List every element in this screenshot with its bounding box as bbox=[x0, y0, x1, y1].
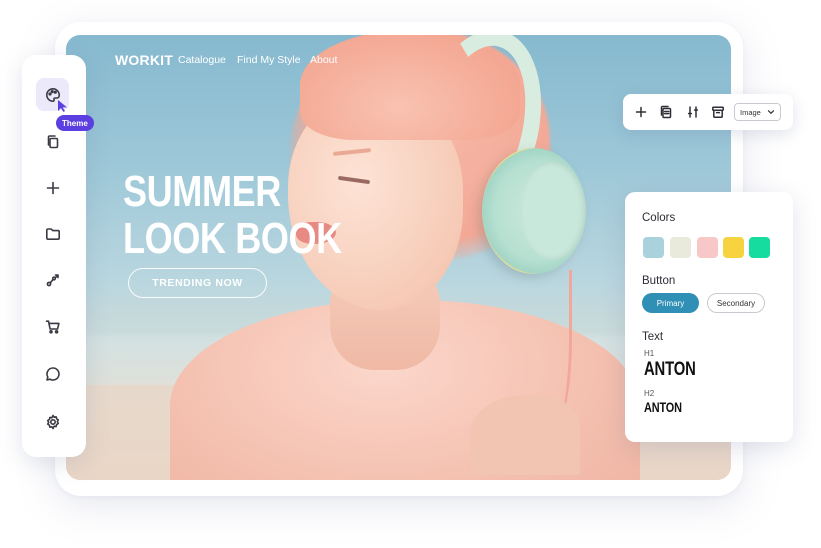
tool-store[interactable] bbox=[36, 310, 69, 343]
hand bbox=[470, 395, 580, 475]
h1-font-sample[interactable]: ANTON bbox=[644, 359, 696, 381]
headline-line-2: LOOK BOOK bbox=[123, 214, 342, 263]
tool-folder[interactable] bbox=[36, 217, 69, 250]
archive-icon bbox=[712, 106, 724, 119]
chevron-down-icon bbox=[767, 110, 775, 114]
headphone-cup-face bbox=[520, 162, 586, 260]
folder-icon bbox=[45, 227, 60, 240]
plus-icon bbox=[46, 181, 59, 194]
nav-about[interactable]: About bbox=[310, 54, 337, 66]
chat-bubble-icon bbox=[45, 366, 60, 381]
element-type-value: Image bbox=[740, 107, 761, 117]
color-swatch[interactable] bbox=[749, 237, 770, 258]
cursor-icon bbox=[58, 100, 67, 112]
h2-tag: H2 bbox=[644, 389, 655, 398]
colors-heading: Colors bbox=[642, 212, 676, 224]
trending-now-button[interactable]: TRENDING NOW bbox=[128, 268, 267, 298]
brand-logo[interactable]: WORKIT bbox=[115, 52, 173, 68]
secondary-button-style[interactable]: Secondary bbox=[707, 293, 765, 313]
duplicate-button[interactable] bbox=[659, 105, 673, 119]
cart-icon bbox=[45, 319, 60, 334]
text-heading: Text bbox=[642, 331, 664, 343]
color-swatch[interactable] bbox=[723, 237, 744, 258]
archive-button[interactable] bbox=[711, 105, 725, 119]
adjust-button[interactable] bbox=[686, 105, 700, 119]
duplicate-icon bbox=[660, 105, 672, 119]
plus-icon bbox=[635, 106, 647, 118]
tool-pages[interactable] bbox=[36, 125, 69, 158]
gear-icon bbox=[46, 414, 59, 429]
primary-button-style[interactable]: Primary bbox=[642, 293, 699, 313]
tool-flow[interactable] bbox=[36, 263, 69, 296]
color-swatch[interactable] bbox=[670, 237, 691, 258]
sliders-icon bbox=[687, 106, 699, 118]
tool-settings[interactable] bbox=[36, 405, 69, 438]
tool-add[interactable] bbox=[36, 171, 69, 204]
color-swatch[interactable] bbox=[697, 237, 718, 258]
button-heading: Button bbox=[642, 275, 676, 287]
flow-icon bbox=[46, 273, 59, 286]
h2-font-sample[interactable]: ANTON bbox=[644, 399, 682, 415]
headline-line-1: SUMMER bbox=[123, 167, 281, 216]
h1-tag: H1 bbox=[644, 349, 655, 358]
hero-headline: SUMMER LOOK BOOK bbox=[123, 168, 342, 262]
nav-find-my-style[interactable]: Find My Style bbox=[237, 54, 301, 66]
color-swatch[interactable] bbox=[643, 237, 664, 258]
element-type-select[interactable]: Image bbox=[734, 103, 781, 121]
copy-icon bbox=[47, 134, 58, 148]
add-button[interactable] bbox=[634, 105, 648, 119]
tool-chat[interactable] bbox=[36, 357, 69, 390]
nav-catalogue[interactable]: Catalogue bbox=[178, 54, 226, 66]
